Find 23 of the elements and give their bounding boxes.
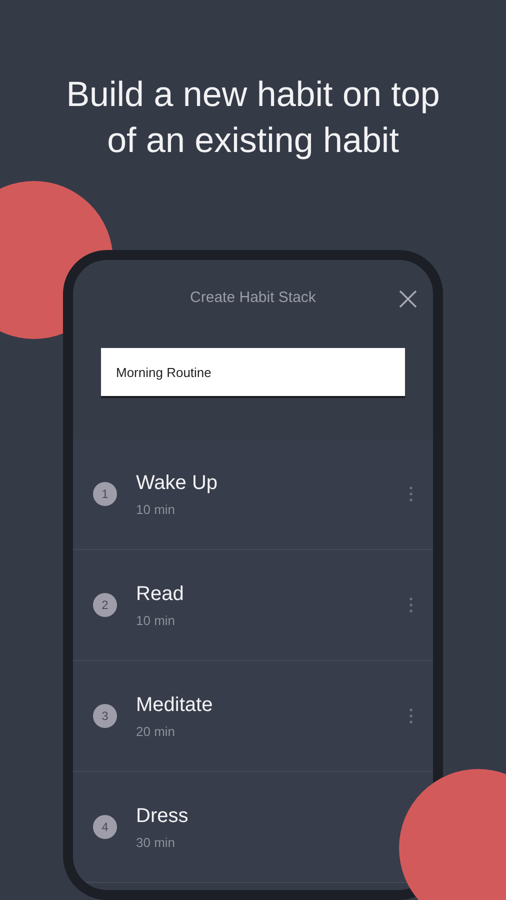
- habit-duration: 20 min: [136, 724, 176, 738]
- more-options-button[interactable]: [409, 708, 413, 724]
- habit-name: Wake Up: [136, 472, 219, 494]
- close-icon: [399, 290, 417, 308]
- more-options-button[interactable]: [409, 597, 413, 613]
- step-number: 4: [93, 815, 117, 839]
- step-number: 2: [93, 593, 117, 617]
- habit-name: Meditate: [136, 694, 214, 716]
- habit-name: Dress: [136, 804, 190, 828]
- close-button[interactable]: [397, 288, 419, 310]
- more-options-button[interactable]: [409, 486, 413, 502]
- habit-duration: 10 min: [136, 502, 176, 516]
- habit-duration: 30 min: [136, 834, 176, 850]
- stack-name-field[interactable]: Morning Routine: [101, 348, 405, 398]
- dialog-title: Create Habit Stack: [190, 289, 316, 308]
- step-number: 3: [93, 704, 117, 728]
- headline: Build a new habit on top of an existing habit: [65, 74, 441, 162]
- more-vertical-icon: [409, 708, 413, 724]
- habit-duration: 10 min: [136, 612, 176, 628]
- more-vertical-icon: [409, 597, 413, 613]
- step-number: 1: [93, 482, 117, 506]
- more-vertical-icon: [409, 486, 413, 502]
- habit-name: Read: [136, 582, 185, 606]
